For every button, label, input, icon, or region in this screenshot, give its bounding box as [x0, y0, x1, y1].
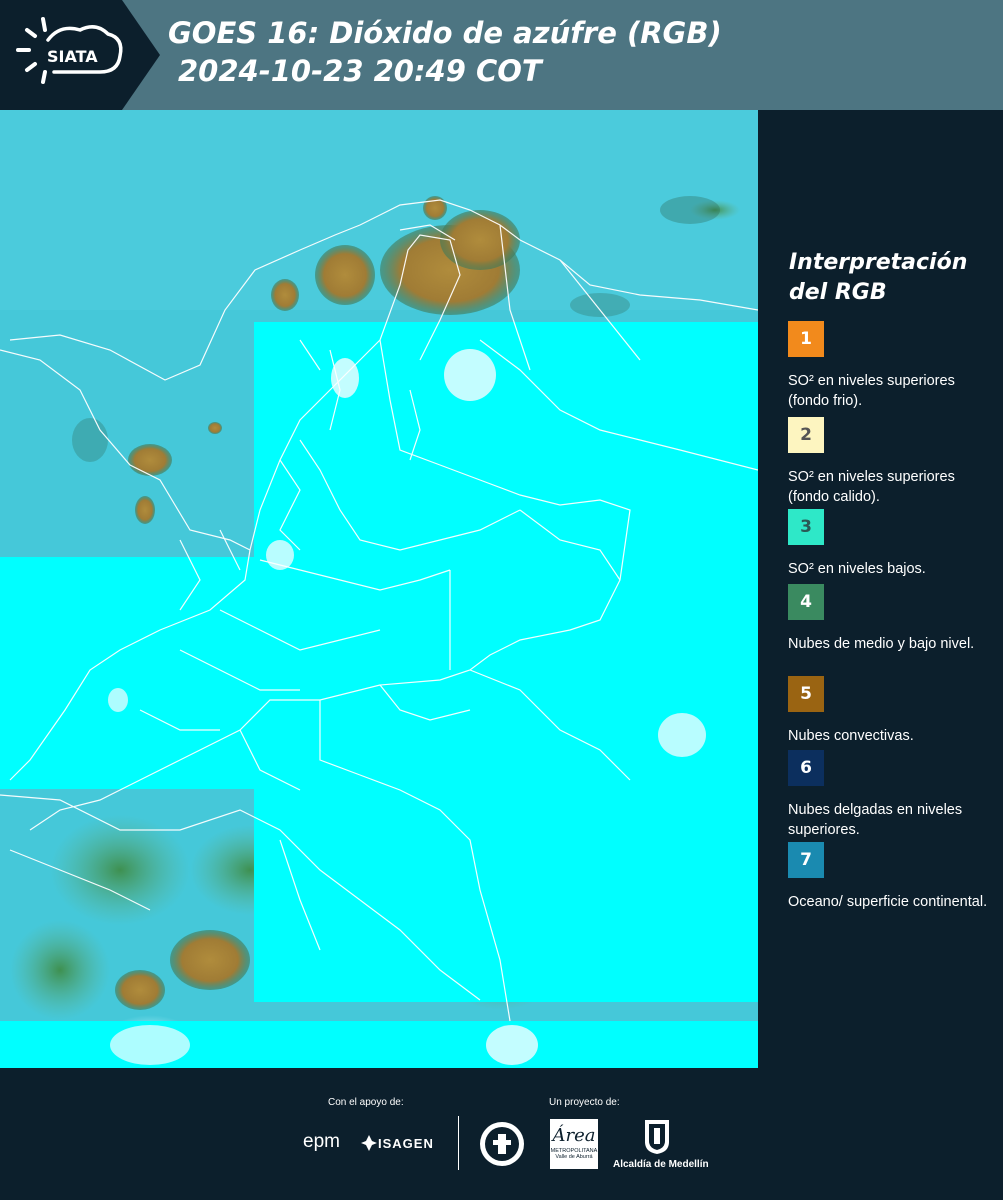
legend-swatch: 4	[788, 584, 824, 620]
epm-logo: epm	[303, 1131, 340, 1152]
legend-swatch: 1	[788, 321, 824, 357]
legend-item-3: 3 SO² en niveles bajos.	[788, 509, 993, 579]
legend-swatch: 2	[788, 417, 824, 453]
isagen-logo: ISAGEN	[378, 1136, 434, 1151]
alcaldia-logo: Alcaldía de Medellín	[613, 1159, 709, 1170]
legend-swatch: 5	[788, 676, 824, 712]
page-title: GOES 16: Dióxido de azúfre (RGB) 2024-10…	[168, 14, 722, 90]
legend-swatch: 7	[788, 842, 824, 878]
satellite-map	[0, 110, 758, 1068]
title-product: GOES 16: Dióxido de azúfre (RGB)	[168, 16, 722, 50]
legend-item-5: 5 Nubes convectivas.	[788, 676, 993, 746]
legend-label: Oceano/ superficie continental.	[788, 894, 988, 910]
legend-label: SO² en niveles superiores (fondo calido)…	[788, 469, 955, 505]
project-label: Un proyecto de:	[549, 1097, 620, 1108]
legend-swatch: 6	[788, 750, 824, 786]
footer-divider	[458, 1116, 459, 1170]
legend-item-6: 6 Nubes delgadas en niveles superiores.	[788, 750, 993, 840]
header-bar: SIATA GOES 16: Dióxido de azúfre (RGB) 2…	[0, 0, 1003, 110]
legend-panel: Interpretación del RGB 1 SO² en niveles …	[758, 110, 1003, 1068]
legend-item-2: 2 SO² en niveles superiores (fondo calid…	[788, 417, 993, 507]
title-datetime: 2024-10-23 20:49 COT	[178, 54, 542, 88]
legend-item-7: 7 Oceano/ superficie continental.	[788, 842, 993, 912]
siata-logo-text: SIATA	[47, 47, 98, 66]
legend-label: Nubes de medio y bajo nivel.	[788, 636, 975, 652]
legend-label: SO² en niveles superiores (fondo frio).	[788, 373, 955, 409]
area-metropolitana-logo: Área METROPOLITANA Valle de Aburrá	[550, 1119, 598, 1169]
siata-logo: SIATA	[0, 0, 160, 110]
isagen-logo-icon	[361, 1135, 377, 1151]
alcaldia-shield-icon	[645, 1120, 669, 1154]
support-label: Con el apoyo de:	[328, 1097, 404, 1108]
legend-title: Interpretación del RGB	[789, 250, 968, 305]
legend-item-4: 4 Nubes de medio y bajo nivel.	[788, 584, 993, 654]
legend-label: Nubes delgadas en niveles superiores.	[788, 802, 963, 838]
satellite-image	[0, 110, 758, 1068]
legend-label: Nubes convectivas.	[788, 728, 914, 744]
footer-sponsors: Con el apoyo de: Un proyecto de: epm ISA…	[0, 1068, 1003, 1200]
medellin-seal-icon	[480, 1122, 524, 1166]
legend-item-1: 1 SO² en niveles superiores (fondo frio)…	[788, 321, 993, 411]
legend-label: SO² en niveles bajos.	[788, 561, 926, 577]
legend-swatch: 3	[788, 509, 824, 545]
